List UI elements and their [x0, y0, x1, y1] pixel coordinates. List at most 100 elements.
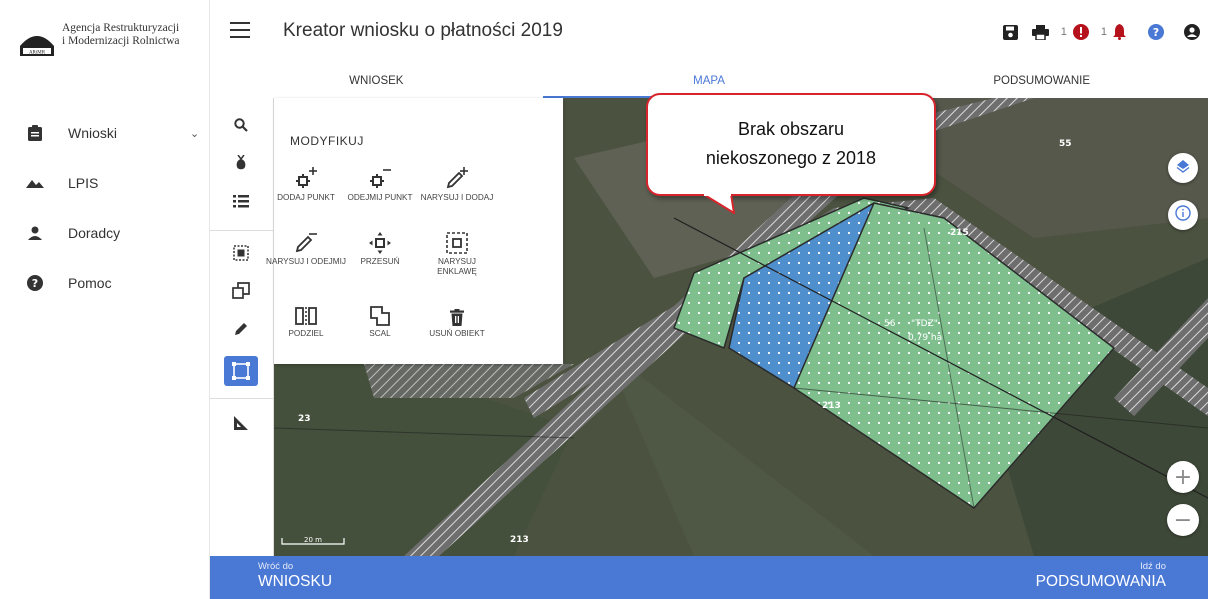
measure-icon[interactable]	[224, 408, 258, 438]
button-label: PRZESUŃ	[360, 257, 400, 266]
info-button[interactable]	[1168, 200, 1198, 230]
brand[interactable]: ARiMR Agencja Restrukturyzacji i Moderni…	[18, 22, 180, 58]
back-big-label: WNIOSKU	[258, 573, 333, 590]
map-label: 213	[822, 401, 841, 411]
callout-pointer	[703, 194, 736, 214]
move-icon	[340, 226, 420, 254]
draw-enclave-button[interactable]: NARYSUJ ENKLAWĘ	[417, 226, 497, 277]
list-icon[interactable]	[224, 186, 258, 216]
map-label: 215	[950, 228, 969, 238]
button-label: SCAL	[369, 329, 391, 338]
annotation-callout: Brak obszaru niekoszonego z 2018	[646, 93, 936, 214]
save-icon[interactable]	[1002, 20, 1018, 44]
svg-text:?: ?	[32, 277, 38, 290]
bell-icon[interactable]	[1113, 20, 1126, 44]
button-label: PODZIEL	[288, 329, 324, 338]
print-icon[interactable]	[1031, 20, 1049, 44]
wizard-footer: Wróć do WNIOSKU Idź do PODSUMOWANIA	[210, 556, 1208, 599]
map-label: 23	[298, 414, 311, 424]
zoom-out-button[interactable]: −	[1167, 504, 1199, 536]
modify-shape-icon[interactable]	[224, 356, 258, 386]
sidebar-item-pomoc[interactable]: ? Pomoc	[0, 258, 210, 308]
back-small-label: Wróć do	[258, 561, 294, 572]
layers-button[interactable]	[1168, 153, 1198, 183]
parcel-area: 0,79 ha	[908, 333, 942, 343]
button-label: NARYSUJ ENKLAWĘ	[437, 257, 477, 276]
zoom-in-button[interactable]: +	[1167, 461, 1199, 493]
enclave-icon	[417, 226, 497, 254]
sidebar-item-label: LPIS	[68, 175, 99, 191]
svg-text:?: ?	[1153, 26, 1159, 39]
split-button[interactable]: PODZIEL	[266, 298, 346, 339]
copy-shape-icon[interactable]	[224, 276, 258, 306]
chevron-down-icon[interactable]: ⌄	[190, 127, 199, 140]
draw-subtract-icon	[266, 226, 346, 254]
add-point-button[interactable]: DODAJ PUNKT	[266, 162, 346, 203]
sidebar-item-label: Pomoc	[68, 275, 112, 291]
map-toolstrip	[210, 98, 274, 556]
delete-object-button[interactable]: USUŃ OBIEKT	[417, 298, 497, 339]
sidebar-item-doradcy[interactable]: Doradcy	[0, 208, 210, 258]
draw-subtract-button[interactable]: NARYSUJ I ODEJMIJ	[266, 226, 346, 267]
help-circle-icon: ?	[26, 274, 44, 292]
draw-add-icon	[417, 162, 497, 190]
sidebar: ARiMR Agencja Restrukturyzacji i Moderni…	[0, 0, 210, 599]
sidebar-item-label: Doradcy	[68, 225, 121, 241]
sidebar-nav: Wnioski ⌄ LPIS Doradcy ? Pomoc	[0, 108, 210, 308]
clipboard-icon	[26, 124, 44, 142]
tab-podsumowanie[interactable]: PODSUMOWANIE	[875, 60, 1208, 98]
brand-line1: Agencja Restrukturyzacji	[62, 22, 180, 34]
parcel-name: "TDZ"	[911, 319, 938, 329]
minus-icon: −	[1173, 507, 1193, 533]
map-label: 55	[1059, 139, 1072, 149]
arimr-logo-icon: ARiMR	[18, 22, 56, 58]
next-big-label: PODSUMOWANIA	[1035, 573, 1166, 590]
merge-icon	[340, 298, 420, 326]
draw-add-button[interactable]: NARYSUJ I DODAJ	[417, 162, 497, 203]
map-label: 56	[884, 319, 896, 329]
select-area-icon[interactable]	[224, 238, 258, 268]
edit-pencil-icon[interactable]	[224, 314, 258, 344]
panel-title: MODYFIKUJ	[290, 134, 364, 148]
account-icon[interactable]	[1184, 20, 1200, 44]
next-button[interactable]: Idź do PODSUMOWANIA	[1036, 561, 1166, 591]
sidebar-item-lpis[interactable]: LPIS	[0, 158, 210, 208]
error-icon[interactable]	[1072, 20, 1089, 44]
sidebar-item-wnioski[interactable]: Wnioski ⌄	[0, 108, 210, 158]
alert-count: 1	[1100, 26, 1107, 38]
tab-wniosek[interactable]: WNIOSEK	[210, 60, 543, 98]
button-label: ODEJMIJ PUNKT	[347, 193, 413, 202]
button-label: USUŃ OBIEKT	[429, 329, 485, 338]
delete-icon	[417, 298, 497, 326]
page-title: Kreator wniosku o płatności 2019	[283, 20, 563, 41]
callout-line2: niekoszonego z 2018	[705, 148, 877, 168]
person-icon	[26, 224, 44, 242]
menu-icon[interactable]	[230, 22, 250, 38]
svg-text:20 m: 20 m	[304, 536, 322, 544]
app-header: Kreator wniosku o płatności 2019 1 1 ?	[210, 0, 1208, 60]
button-label: NARYSUJ I ODEJMIJ	[266, 257, 346, 266]
crop-marker-icon[interactable]	[224, 148, 258, 178]
back-button[interactable]: Wróć do WNIOSKU	[258, 561, 332, 591]
sidebar-item-label: Wnioski	[68, 125, 118, 141]
search-icon[interactable]	[224, 110, 258, 140]
logo-text: ARiMR	[29, 51, 46, 56]
modify-panel: MODYFIKUJ DODAJ PUNKT ODEJMIJ PUNKT NARY…	[266, 98, 563, 364]
merge-button[interactable]: SCAL	[340, 298, 420, 339]
info-icon	[1175, 204, 1191, 226]
layers-icon	[1176, 159, 1190, 178]
callout-line1: Brak obszaru	[737, 119, 845, 139]
header-toolbar: 1 1 ?	[989, 20, 1200, 44]
error-count: 1	[1060, 26, 1067, 38]
plus-icon: +	[1173, 464, 1193, 490]
remove-point-button[interactable]: ODEJMIJ PUNKT	[340, 162, 420, 203]
mountains-icon	[26, 174, 44, 192]
map-label: 213	[510, 535, 529, 545]
move-button[interactable]: PRZESUŃ	[340, 226, 420, 267]
button-label: DODAJ PUNKT	[277, 193, 335, 202]
help-icon[interactable]: ?	[1148, 20, 1164, 44]
next-small-label: Idź do	[1140, 561, 1166, 572]
add-point-icon	[266, 162, 346, 190]
brand-line2: i Modernizacji Rolnictwa	[62, 35, 180, 47]
button-label: NARYSUJ I DODAJ	[420, 193, 494, 202]
